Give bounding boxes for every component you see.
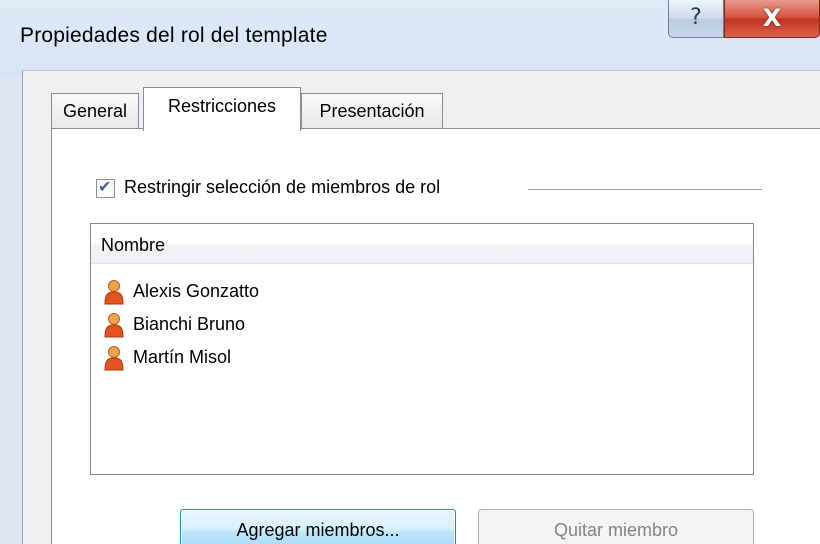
close-icon: X	[762, 4, 782, 32]
restrict-group-header: ✔ Restringir selección de miembros de ro…	[96, 175, 776, 205]
add-members-button[interactable]: Agregar miembros...	[180, 509, 456, 544]
member-name: Martín Misol	[133, 347, 232, 367]
tab-panel-restricciones: ✔ Restringir selección de miembros de ro…	[51, 128, 820, 544]
list-item[interactable]: Martín Misol	[103, 343, 703, 373]
members-list[interactable]: Nombre Alexis Gonzatto Bianchi Bruno Mar…	[90, 223, 754, 475]
user-icon	[104, 313, 124, 338]
close-button[interactable]: X	[724, 0, 820, 38]
help-button[interactable]: ?	[668, 0, 724, 38]
member-name: Bianchi Bruno	[133, 314, 246, 334]
list-item[interactable]: Bianchi Bruno	[103, 310, 703, 340]
column-header-nombre[interactable]: Nombre	[91, 224, 753, 264]
caption-buttons: ? X	[668, 0, 820, 38]
list-item[interactable]: Alexis Gonzatto	[103, 277, 703, 307]
group-divider	[528, 189, 762, 190]
tab-presentacion[interactable]: Presentación	[301, 93, 443, 129]
user-icon	[104, 346, 124, 371]
restrict-members-label[interactable]: Restringir selección de miembros de rol	[124, 177, 440, 198]
user-icon	[104, 280, 124, 305]
member-name: Alexis Gonzatto	[133, 281, 260, 301]
dialog-client-area: General Presentación Restricciones ✔ Res…	[22, 70, 820, 544]
window-title: Propiedades del rol del template	[20, 24, 328, 47]
restrict-members-checkbox[interactable]: ✔	[96, 177, 115, 198]
tab-restricciones[interactable]: Restricciones	[143, 87, 301, 131]
tab-general[interactable]: General	[51, 93, 139, 129]
help-icon: ?	[690, 5, 702, 30]
column-header-label: Nombre	[101, 235, 166, 255]
title-bar[interactable]: Propiedades del rol del template ? X	[0, 0, 820, 76]
remove-member-button[interactable]: Quitar miembro	[478, 509, 754, 544]
checkmark-icon: ✔	[98, 177, 112, 196]
dialog-window: Propiedades del rol del template ? X Gen…	[0, 0, 820, 544]
